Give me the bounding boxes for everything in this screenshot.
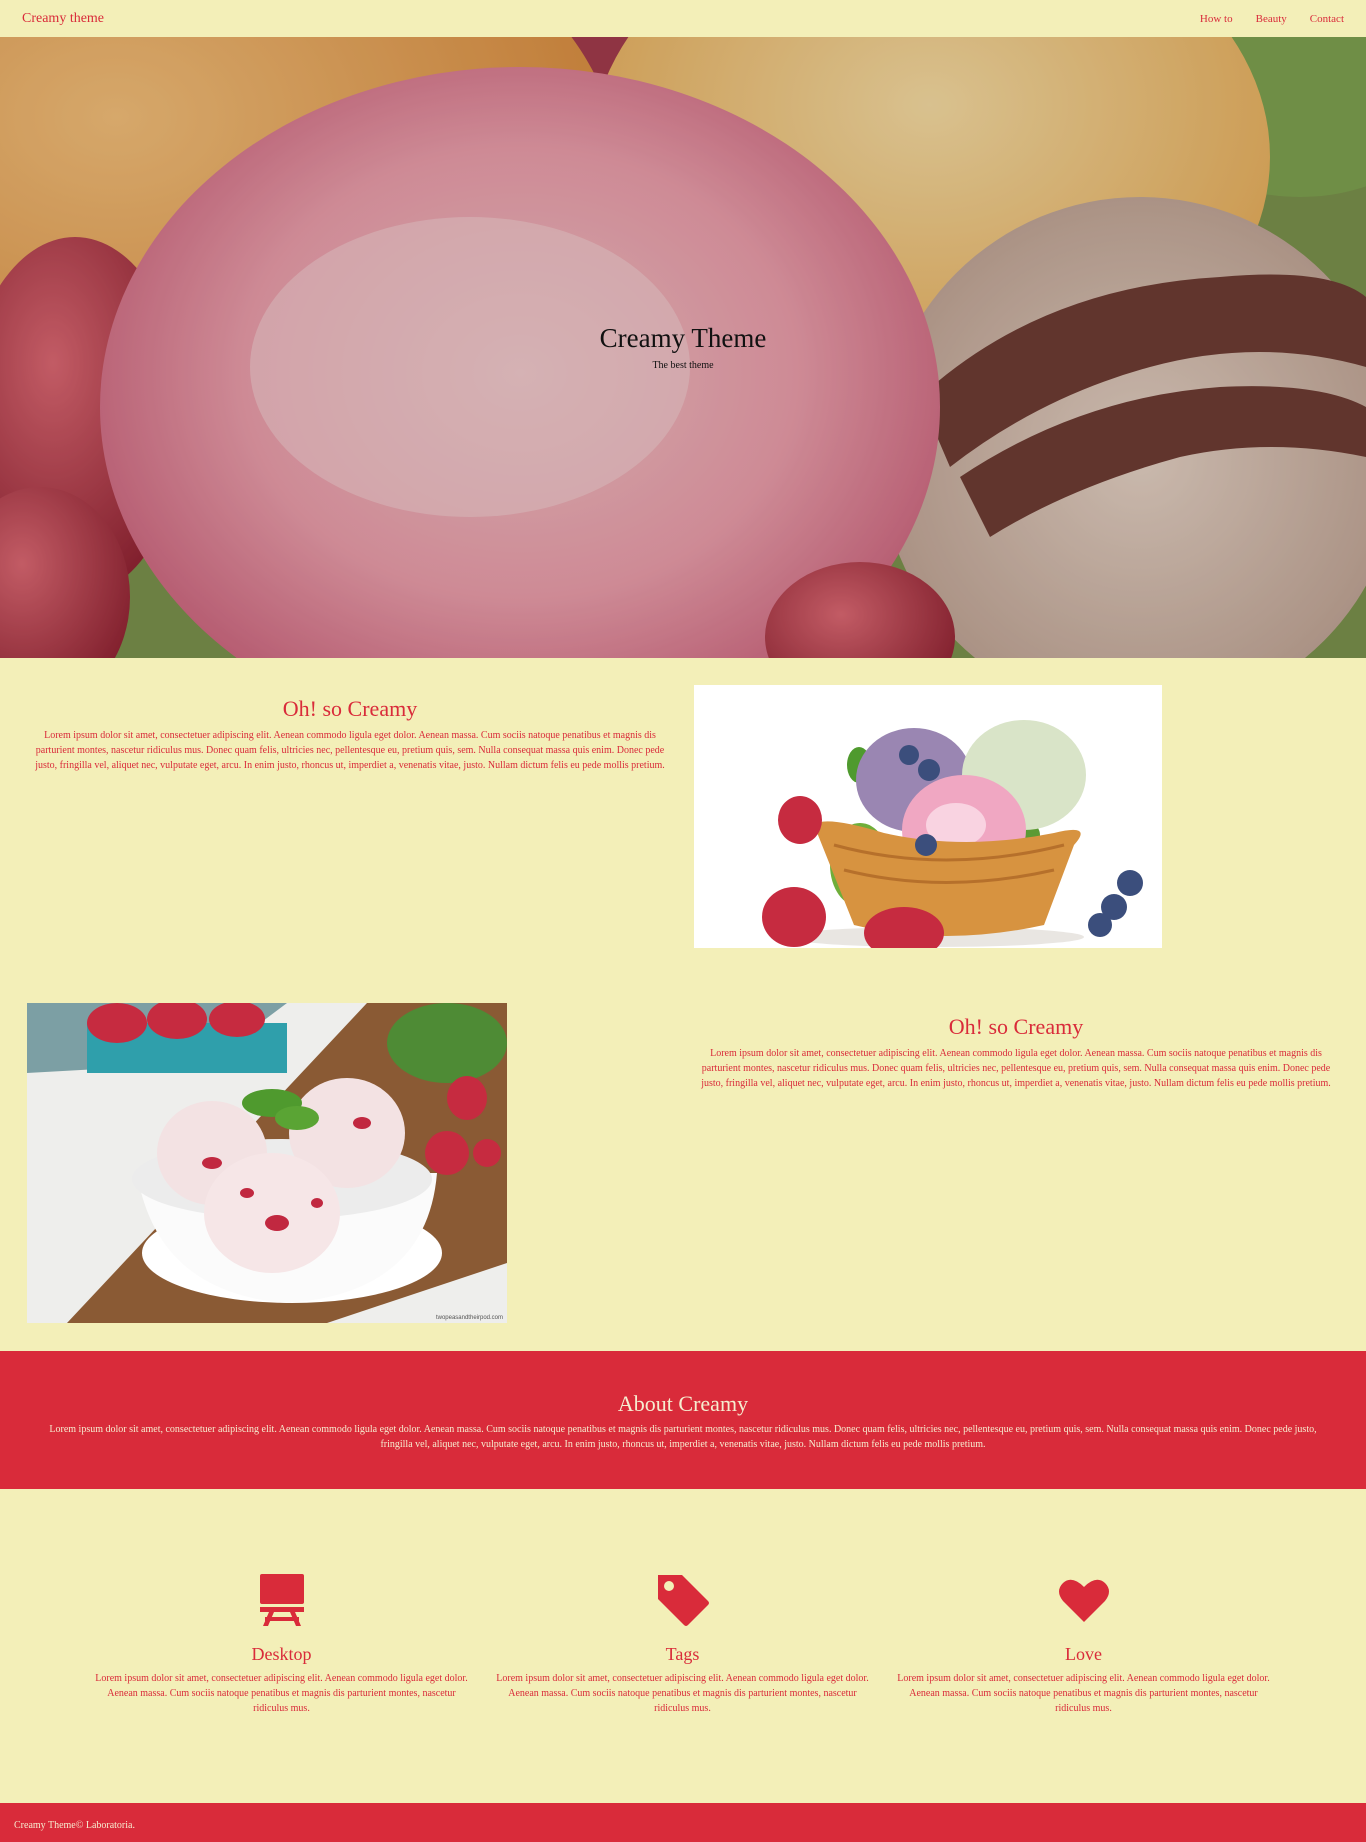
column-desktop: Desktop Lorem ipsum dolor sit amet, cons… (94, 1570, 469, 1716)
column-body: Lorem ipsum dolor sit amet, consectetuer… (496, 1673, 869, 1714)
about-section: About Creamy Lorem ipsum dolor sit amet,… (0, 1351, 1366, 1489)
column-title: Desktop (251, 1644, 312, 1664)
column-body: Lorem ipsum dolor sit amet, consectetuer… (95, 1673, 468, 1714)
footer: Creamy Theme© Laboratoria. (0, 1803, 1366, 1842)
about-title: About Creamy (617, 1391, 749, 1416)
footer-text: Creamy Theme© Laboratoria. (14, 1820, 135, 1831)
feature-title: Oh! so Creamy (948, 1014, 1084, 1039)
nav-link-contact[interactable]: Contact (1310, 13, 1344, 25)
column-tags: Tags Lorem ipsum dolor sit amet, consect… (495, 1570, 870, 1716)
feature-title: Oh! so Creamy (282, 696, 418, 721)
about-body: Lorem ipsum dolor sit amet, consectetuer… (49, 1424, 1317, 1450)
image-credit: twopeasandtheirpod.com (435, 1315, 503, 1321)
nav-links: How to Beauty Contact (1177, 13, 1344, 25)
hero-banner: Creamy Theme The best theme (0, 37, 1366, 658)
top-navbar: Creamy theme How to Beauty Contact (0, 0, 1366, 37)
column-body: Lorem ipsum dolor sit amet, consectetuer… (897, 1673, 1270, 1714)
heart-icon (896, 1570, 1271, 1630)
hero-title: Creamy Theme (599, 323, 767, 353)
hero-text: Creamy Theme The best theme (0, 323, 1366, 371)
column-title: Love (1065, 1644, 1102, 1664)
feature-image-white-bowl: twopeasandtheirpod.com (27, 1003, 507, 1323)
nav-link-how-to[interactable]: How to (1200, 13, 1233, 25)
feature-image-waffle-bowl (694, 685, 1162, 948)
column-title: Tags (665, 1644, 700, 1664)
hero-subtitle: The best theme (652, 360, 714, 371)
feature-body: Lorem ipsum dolor sit amet, consectetuer… (35, 730, 665, 771)
nav-link-beauty[interactable]: Beauty (1256, 13, 1287, 25)
brand-link[interactable]: Creamy theme (22, 11, 104, 27)
column-love: Love Lorem ipsum dolor sit amet, consect… (896, 1570, 1271, 1716)
feature-body: Lorem ipsum dolor sit amet, consectetuer… (701, 1048, 1331, 1089)
feature-text-1: Oh! so Creamy Lorem ipsum dolor sit amet… (30, 696, 670, 773)
feature-text-2: Oh! so Creamy Lorem ipsum dolor sit amet… (696, 1014, 1336, 1091)
tag-icon (495, 1570, 870, 1630)
desktop-icon (94, 1570, 469, 1630)
